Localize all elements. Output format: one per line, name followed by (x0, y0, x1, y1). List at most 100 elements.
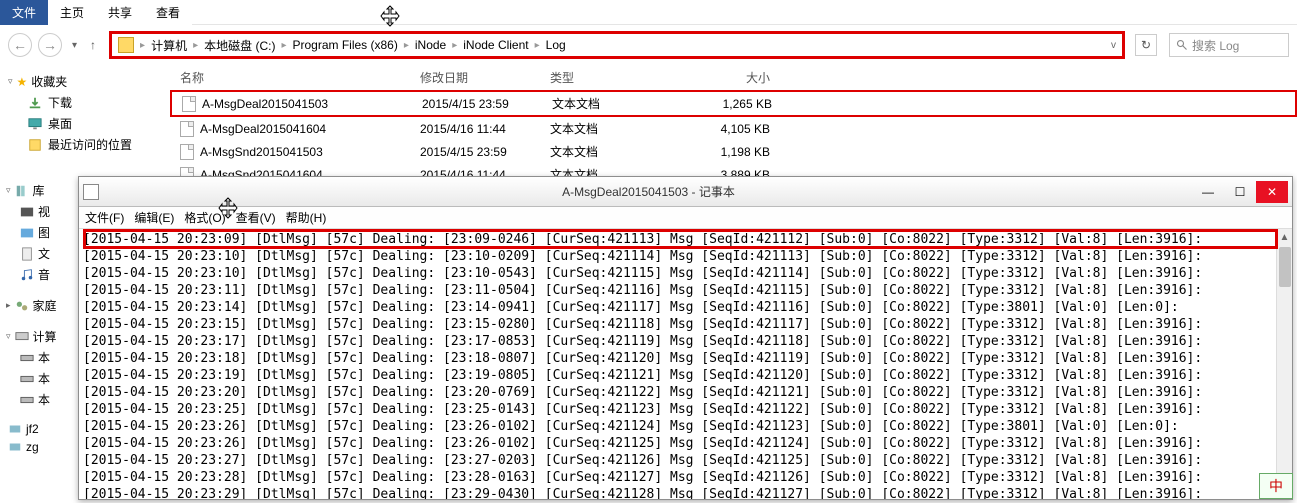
network-icon (8, 422, 22, 436)
sidebar-item-label: 图 (38, 224, 50, 241)
ribbon-tab-share[interactable]: 共享 (96, 0, 144, 25)
sidebar-item-jf2[interactable]: jf2 (2, 420, 76, 438)
navbar: ← → ▾ ↑ ▸ 计算机 ▸ 本地磁盘 (C:) ▸ Program File… (0, 25, 1297, 65)
sidebar-group-libraries[interactable]: ▿ 库 (2, 180, 76, 201)
col-size[interactable]: 大小 (670, 69, 770, 86)
sidebar-item-label: 文 (38, 245, 50, 262)
computer-label: 计算 (33, 328, 57, 345)
menu-view[interactable]: 查看(V) (236, 209, 276, 226)
sidebar-item-label: 视 (38, 203, 50, 220)
sidebar-item-label: jf2 (26, 422, 39, 436)
sidebar-item-label: 音 (38, 266, 50, 283)
crumb-disk[interactable]: 本地磁盘 (C:) (204, 37, 275, 54)
expand-icon: ▿ (6, 331, 11, 342)
file-size: 1,265 KB (672, 97, 772, 111)
recent-icon (28, 138, 42, 152)
sidebar-item-disk[interactable]: 本 (2, 347, 76, 368)
col-type[interactable]: 类型 (550, 69, 670, 86)
sidebar-item-videos[interactable]: 视 (2, 201, 76, 222)
sidebar-item-downloads[interactable]: 下载 (4, 92, 166, 113)
scroll-up-icon[interactable]: ▲ (1277, 229, 1292, 245)
sidebar: ▿ ★ 收藏夹 下载 桌面 最近访问的位置 (0, 65, 170, 185)
menu-file[interactable]: 文件(F) (85, 209, 124, 226)
crumb-computer[interactable]: 计算机 (151, 37, 187, 54)
notepad-body[interactable]: [2015-04-15 20:23:09] [DtlMsg] [57c] Dea… (79, 229, 1292, 499)
search-placeholder: 搜索 Log (1192, 37, 1239, 54)
crumb-sep-icon: ▸ (402, 40, 411, 51)
expand-icon: ▸ (6, 300, 11, 311)
disk-icon (20, 372, 34, 386)
network-icon (8, 440, 22, 454)
file-type: 文本文档 (550, 120, 670, 137)
sidebar-group-computer[interactable]: ▿ 计算 (2, 326, 76, 347)
ribbon-tab-file[interactable]: 文件 (0, 0, 48, 25)
crumb-sep-icon: ▸ (279, 40, 288, 51)
file-size: 4,105 KB (670, 122, 770, 136)
refresh-button[interactable]: ↻ (1135, 34, 1157, 56)
library-icon (15, 184, 29, 198)
sidebar-item-documents[interactable]: 文 (2, 243, 76, 264)
back-button[interactable]: ← (8, 33, 32, 57)
sidebar-group-homegroup[interactable]: ▸ 家庭 (2, 295, 76, 316)
sidebar-item-recent[interactable]: 最近访问的位置 (4, 134, 166, 155)
maximize-button[interactable]: ☐ (1224, 181, 1256, 203)
sidebar-item-music[interactable]: 音 (2, 264, 76, 285)
sidebar-group-favorites[interactable]: ▿ ★ 收藏夹 (4, 71, 166, 92)
menu-edit[interactable]: 编辑(E) (134, 209, 174, 226)
sidebar-item-pictures[interactable]: 图 (2, 222, 76, 243)
homegroup-label: 家庭 (33, 297, 57, 314)
crumb-inode[interactable]: iNode (415, 38, 446, 52)
search-input[interactable]: 搜索 Log (1169, 33, 1289, 57)
scroll-thumb[interactable] (1279, 247, 1291, 287)
file-icon (180, 144, 194, 160)
notepad-titlebar[interactable]: A-MsgDeal2015041503 - 记事本 — ☐ ✕ (79, 177, 1292, 207)
folder-icon (118, 37, 134, 53)
ime-indicator[interactable]: 中 (1259, 473, 1293, 499)
history-dropdown-icon[interactable]: ▾ (72, 40, 77, 51)
menu-format[interactable]: 格式(O) (184, 209, 225, 226)
crumb-inode-client[interactable]: iNode Client (463, 38, 528, 52)
expand-icon: ▿ (8, 76, 13, 87)
file-icon (182, 96, 196, 112)
notepad-title: A-MsgDeal2015041503 - 记事本 (105, 183, 1192, 200)
file-size: 1,198 KB (670, 145, 770, 159)
star-icon: ★ (17, 75, 28, 89)
file-row[interactable]: A-MsgDeal2015041604 2015/4/16 11:44文本文档4,… (170, 117, 1297, 140)
col-name[interactable]: 名称 (170, 69, 420, 86)
file-list-header: 名称 修改日期 类型 大小 (170, 65, 1297, 90)
ribbon-tab-view[interactable]: 查看 (144, 0, 192, 25)
menu-help[interactable]: 帮助(H) (286, 209, 327, 226)
close-button[interactable]: ✕ (1256, 181, 1288, 203)
sidebar-item-disk[interactable]: 本 (2, 389, 76, 410)
file-name: A-MsgSnd2015041503 (200, 145, 323, 159)
minimize-button[interactable]: — (1192, 181, 1224, 203)
notepad-icon (83, 184, 99, 200)
ribbon-tab-home[interactable]: 主页 (48, 0, 96, 25)
up-button[interactable]: ↑ (83, 35, 103, 55)
sidebar-item-desktop[interactable]: 桌面 (4, 113, 166, 134)
sidebar-item-disk[interactable]: 本 (2, 368, 76, 389)
address-dropdown-icon[interactable]: v (1111, 40, 1116, 51)
file-row[interactable]: A-MsgDeal20150415032015/4/15 23:59文本文档1,… (170, 90, 1297, 117)
log-content[interactable]: [2015-04-15 20:23:09] [DtlMsg] [57c] Dea… (79, 229, 1292, 499)
sidebar-item-label: zg (26, 440, 39, 454)
disk-icon (20, 351, 34, 365)
file-type: 文本文档 (550, 143, 670, 160)
file-date: 2015/4/15 23:59 (422, 97, 552, 111)
file-name: A-MsgDeal2015041604 (200, 122, 326, 136)
file-list: 名称 修改日期 类型 大小 A-MsgDeal20150415032015/4/… (170, 65, 1297, 185)
sidebar-item-zg[interactable]: zg (2, 438, 76, 456)
file-row[interactable]: A-MsgSnd20150415032015/4/15 23:59文本文档1,1… (170, 140, 1297, 163)
desktop-icon (28, 117, 42, 131)
libraries-label: 库 (33, 182, 45, 199)
crumb-program-files[interactable]: Program Files (x86) (292, 38, 397, 52)
crumb-log[interactable]: Log (546, 38, 566, 52)
col-date[interactable]: 修改日期 (420, 69, 550, 86)
file-date: 2015/4/16 11:44 (420, 122, 550, 136)
sidebar-item-label: 本 (38, 391, 50, 408)
address-bar[interactable]: ▸ 计算机 ▸ 本地磁盘 (C:) ▸ Program Files (x86) … (109, 31, 1125, 59)
forward-button[interactable]: → (38, 33, 62, 57)
scrollbar[interactable]: ▲ ▼ (1276, 229, 1292, 499)
file-icon (180, 121, 194, 137)
expand-icon: ▿ (6, 185, 11, 196)
